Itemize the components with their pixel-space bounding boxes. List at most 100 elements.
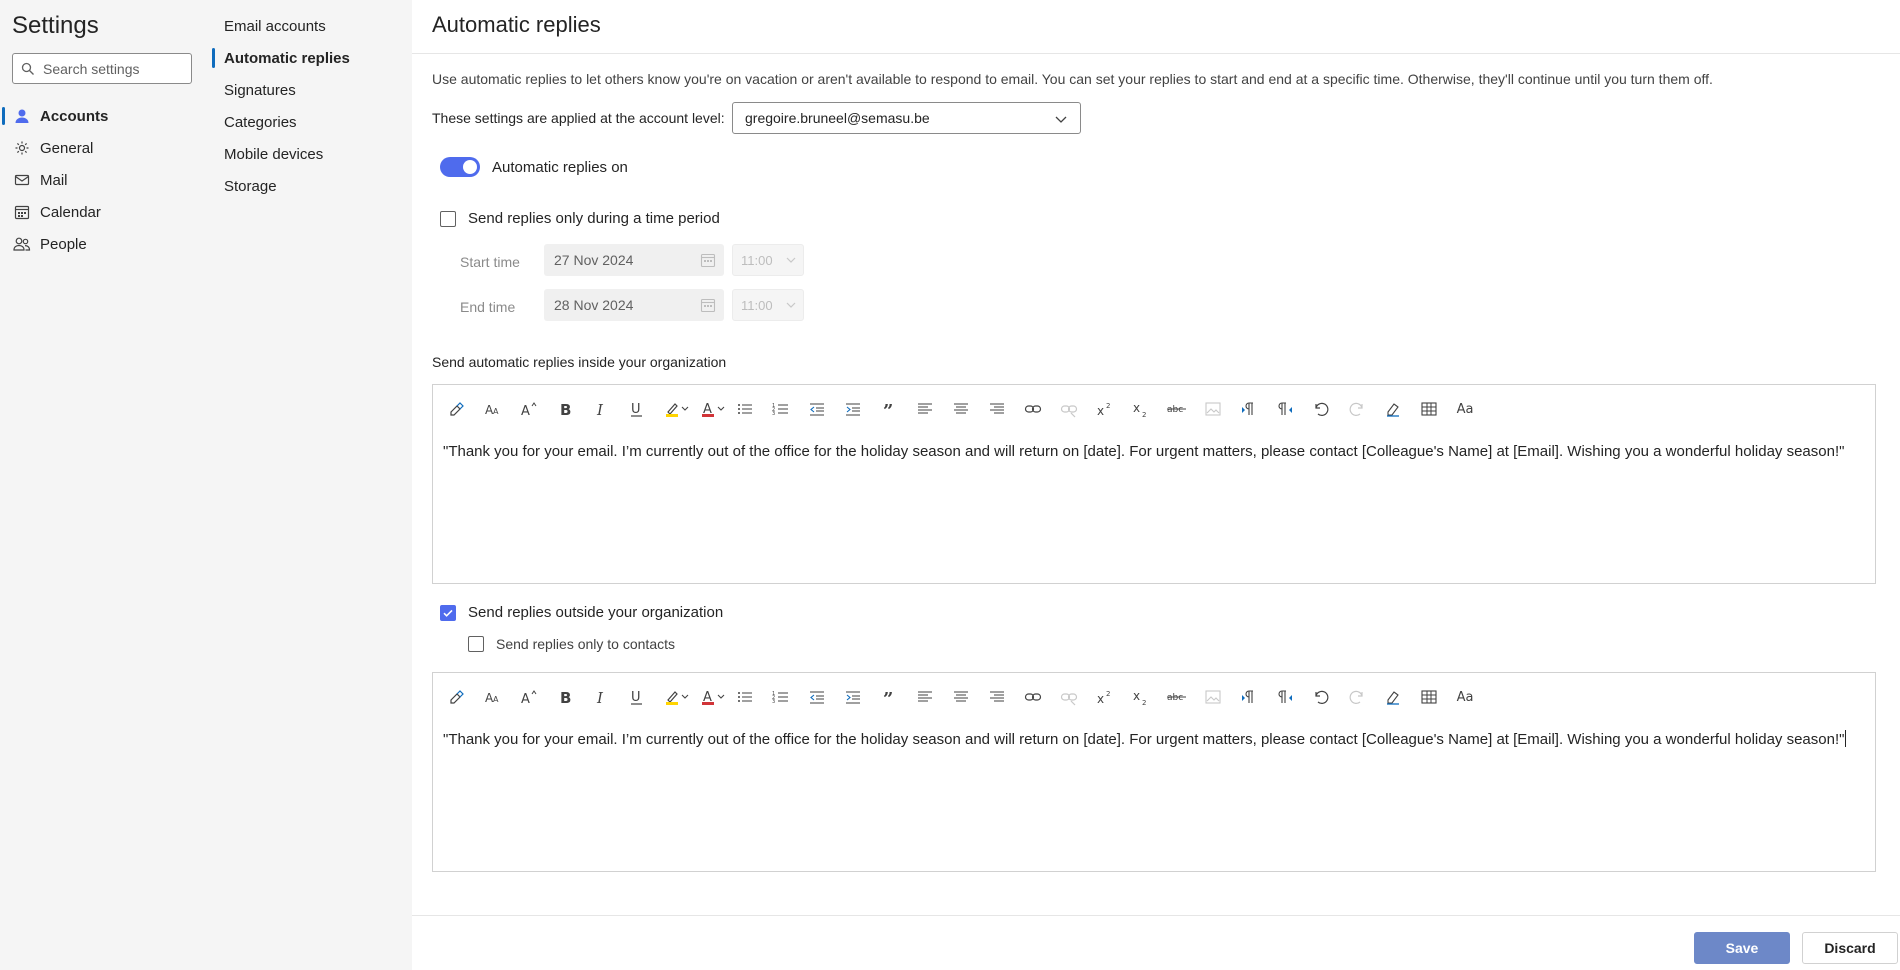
svg-text:x: x [1133, 689, 1140, 703]
end-time-select[interactable]: 11:00 [732, 289, 804, 321]
nav-item-mail[interactable]: Mail [0, 164, 208, 196]
time-period-checkbox[interactable] [440, 210, 456, 227]
contacts-only-checkbox[interactable] [468, 636, 484, 652]
bullets-button[interactable] [733, 685, 757, 709]
italic-button[interactable]: I [589, 397, 613, 421]
strikethrough-button[interactable]: abc [1165, 685, 1189, 709]
decrease-indent-button[interactable] [805, 397, 829, 421]
chevron-down-icon [785, 254, 797, 266]
highlight-button[interactable] [661, 397, 695, 421]
inside-org-label: Send automatic replies inside your organ… [432, 354, 727, 370]
svg-text:x: x [1097, 692, 1104, 706]
align-left-button[interactable] [913, 685, 937, 709]
increase-indent-button[interactable] [841, 685, 865, 709]
save-button[interactable]: Save [1694, 932, 1790, 964]
search-box[interactable] [12, 53, 192, 84]
font-size-button[interactable]: AA [481, 685, 505, 709]
nav-item-people[interactable]: People [0, 228, 208, 260]
grow-font-button[interactable]: A [517, 685, 541, 709]
numbering-button[interactable]: 123 [769, 397, 793, 421]
align-center-button[interactable] [949, 397, 973, 421]
superscript-button[interactable]: x2 [1093, 397, 1117, 421]
subnav-item-automatic-replies[interactable]: Automatic replies [208, 42, 412, 74]
change-case-button[interactable]: Aa [1453, 397, 1477, 421]
format-painter-button[interactable] [445, 397, 469, 421]
quote-button[interactable]: ” [877, 397, 901, 421]
subnav-item-signatures[interactable]: Signatures [208, 74, 412, 106]
subnav-item-categories[interactable]: Categories [208, 106, 412, 138]
insert-image-button[interactable] [1201, 397, 1225, 421]
search-input[interactable] [43, 60, 183, 77]
subnav-item-email-accounts[interactable]: Email accounts [208, 10, 412, 42]
undo-button[interactable] [1309, 685, 1333, 709]
inside-org-message[interactable]: "Thank you for your email. I’m currently… [443, 442, 1863, 462]
discard-button[interactable]: Discard [1802, 932, 1898, 964]
outside-org-checkbox[interactable] [440, 604, 456, 621]
increase-indent-button[interactable] [841, 397, 865, 421]
subnav-item-storage[interactable]: Storage [208, 170, 412, 202]
bold-icon: B [556, 688, 574, 706]
undo-button[interactable] [1309, 397, 1333, 421]
rtl-button[interactable] [1273, 685, 1297, 709]
table-button[interactable] [1417, 685, 1441, 709]
align-left-button[interactable] [913, 397, 937, 421]
start-date-value: 27 Nov 2024 [554, 252, 634, 268]
automatic-replies-toggle[interactable] [440, 157, 480, 177]
nav-item-calendar[interactable]: Calendar [0, 196, 208, 228]
decrease-indent-button[interactable] [805, 685, 829, 709]
strikethrough-icon: abc [1167, 400, 1187, 418]
ltr-button[interactable] [1237, 397, 1261, 421]
outside-org-editor[interactable]: A A A B I U A 1 2 3” x 2 x 2 abc Aa "Thank you for your… [432, 672, 1876, 872]
ltr-button[interactable] [1237, 685, 1261, 709]
table-button[interactable] [1417, 397, 1441, 421]
italic-button[interactable]: I [589, 685, 613, 709]
underline-button[interactable]: U [625, 397, 649, 421]
format-painter-button[interactable] [445, 685, 469, 709]
superscript-button[interactable]: x2 [1093, 685, 1117, 709]
underline-button[interactable]: U [625, 685, 649, 709]
outside-org-message[interactable]: "Thank you for your email. I’m currently… [443, 730, 1863, 750]
calendar-icon [13, 203, 31, 221]
clear-format-button[interactable] [1381, 685, 1405, 709]
bold-button[interactable]: B [553, 397, 577, 421]
insert-image-button[interactable] [1201, 685, 1225, 709]
clear-format-icon [1384, 400, 1402, 418]
bullets-button[interactable] [733, 397, 757, 421]
link-button[interactable] [1021, 685, 1045, 709]
end-date-picker[interactable]: 28 Nov 2024 [544, 289, 724, 321]
link-button[interactable] [1021, 397, 1045, 421]
font-color-button[interactable]: A [697, 397, 731, 421]
bold-button[interactable]: B [553, 685, 577, 709]
redo-button[interactable] [1345, 685, 1369, 709]
grow-font-button[interactable]: A [517, 397, 541, 421]
start-date-picker[interactable]: 27 Nov 2024 [544, 244, 724, 276]
unlink-button[interactable] [1057, 685, 1081, 709]
align-center-button[interactable] [949, 685, 973, 709]
unlink-button[interactable] [1057, 397, 1081, 421]
clear-format-button[interactable] [1381, 397, 1405, 421]
subscript-button[interactable]: x2 [1129, 397, 1153, 421]
nav-item-accounts[interactable]: Accounts [0, 100, 208, 132]
inside-org-editor[interactable]: A A A B I U A 1 2 3” x 2 x 2 abc Aa "Thank you for your… [432, 384, 1876, 584]
subnav-item-mobile-devices[interactable]: Mobile devices [208, 138, 412, 170]
rtl-button[interactable] [1273, 397, 1297, 421]
start-time-select[interactable]: 11:00 [732, 244, 804, 276]
quote-button[interactable]: ” [877, 685, 901, 709]
insert-image-icon [1204, 400, 1222, 418]
change-case-button[interactable]: Aa [1453, 685, 1477, 709]
subscript-button[interactable]: x2 [1129, 685, 1153, 709]
strikethrough-button[interactable]: abc [1165, 397, 1189, 421]
account-dropdown[interactable]: gregoire.bruneel@semasu.be [732, 102, 1081, 134]
numbering-icon: 123 [772, 400, 790, 418]
format-painter-icon [448, 400, 466, 418]
numbering-button[interactable]: 123 [769, 685, 793, 709]
grow-font-icon: A [520, 400, 538, 418]
font-color-button[interactable]: A [697, 685, 731, 709]
highlight-button[interactable] [661, 685, 695, 709]
nav-item-general[interactable]: General [0, 132, 208, 164]
font-size-button[interactable]: AA [481, 397, 505, 421]
align-right-button[interactable] [985, 685, 1009, 709]
align-right-button[interactable] [985, 397, 1009, 421]
svg-text:x: x [1133, 401, 1140, 415]
redo-button[interactable] [1345, 397, 1369, 421]
